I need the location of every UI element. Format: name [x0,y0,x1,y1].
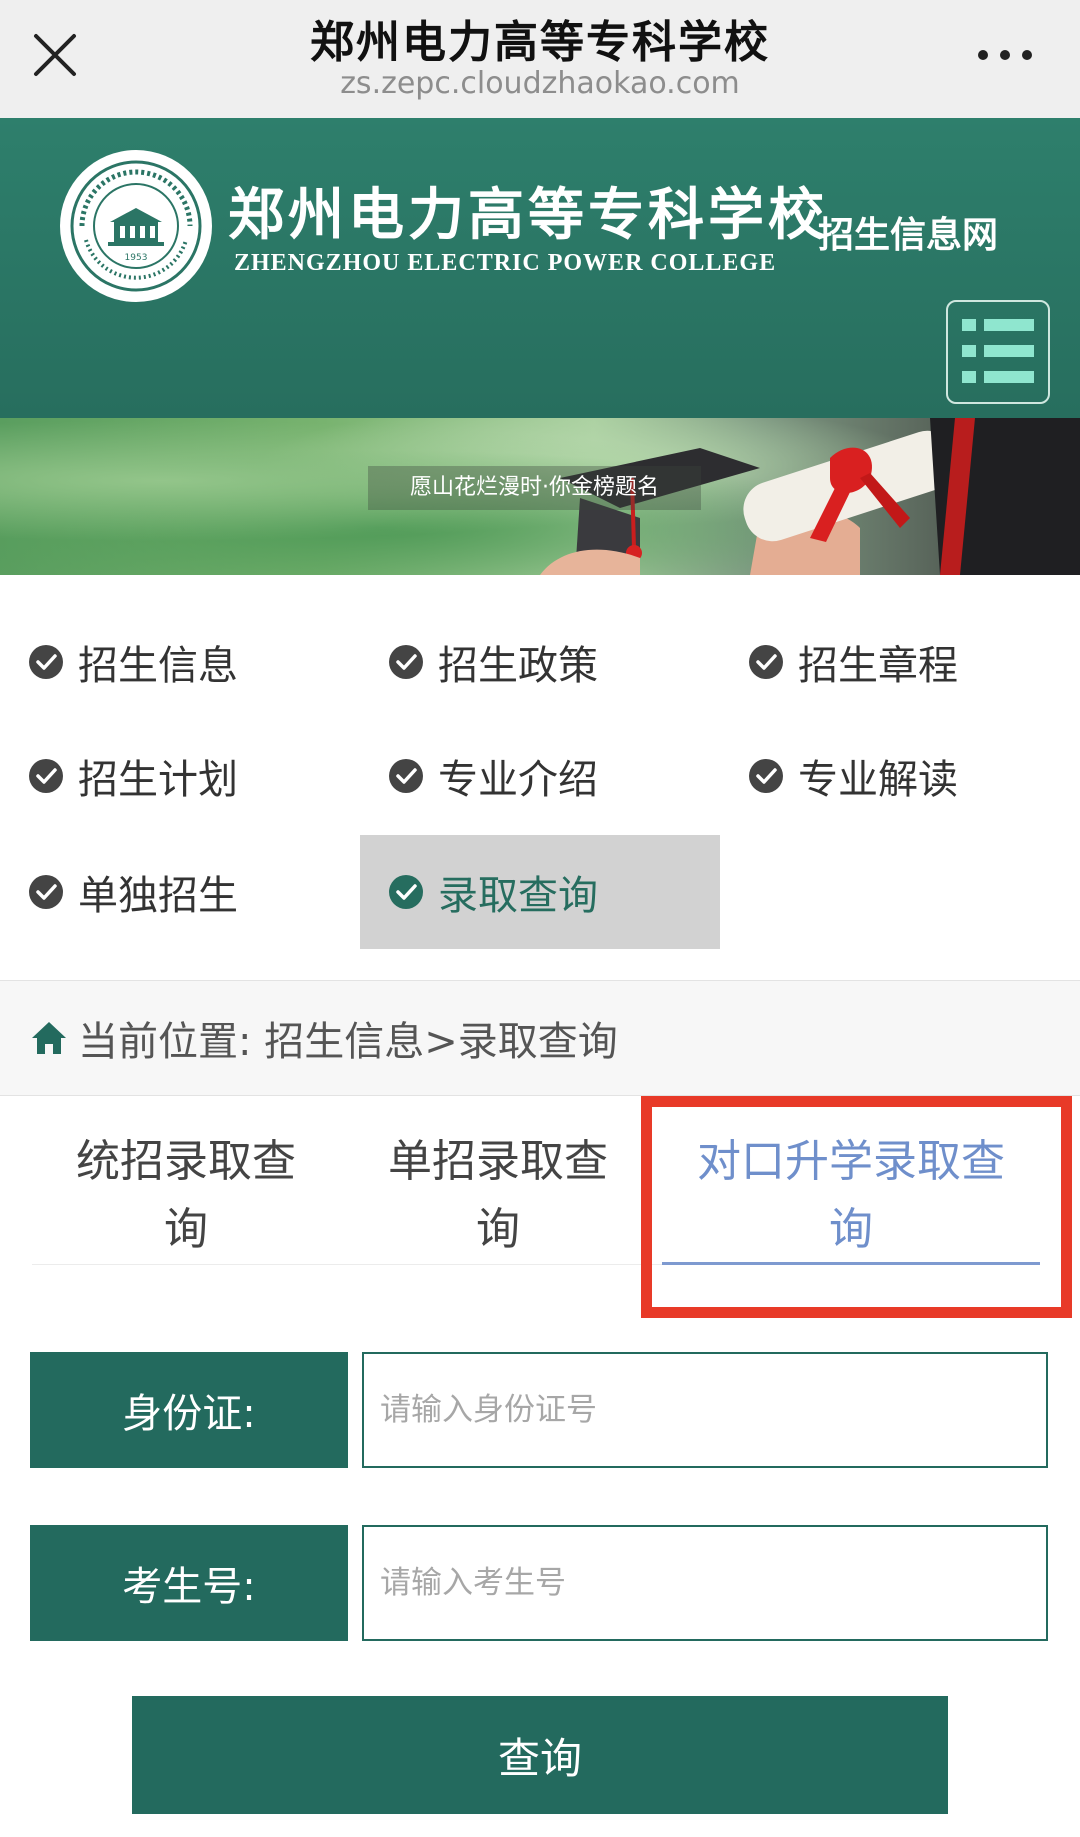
school-name-calligraphy: 郑州电力高等专科学校 [228,182,828,248]
nav-item-label: 招生章程 [798,643,958,689]
close-icon[interactable] [30,30,80,80]
nav-item-admission-query[interactable]: 录取查询 [360,835,720,949]
site-name: 招生信息网 [818,215,999,256]
check-circle-icon [389,875,423,909]
id-card-label: 身份证: [30,1352,348,1468]
nav-item-independent-admission[interactable]: 单独招生 [0,835,360,949]
nav-item-admission-policy[interactable]: 招生政策 [360,605,720,719]
check-circle-icon [29,875,63,909]
page-url: zs.zepc.cloudzhaokao.com [340,66,740,101]
check-circle-icon [389,759,423,793]
query-button[interactable]: 查询 [132,1696,948,1814]
tab-label-line2: 询 [476,1204,520,1255]
check-circle-icon [29,645,63,679]
nav-item-label: 单独招生 [78,873,238,919]
school-logo-seal: 1953 [58,148,214,304]
nav-item-label: 招生计划 [78,757,238,803]
banner-image: 愿山花烂漫时·你金榜题名 [0,418,1080,575]
page-title: 郑州电力高等专科学校 [310,17,770,68]
school-name-english: ZHENGZHOU ELECTRIC POWER COLLEGE [234,250,777,276]
tab-label-line2: 询 [164,1204,208,1255]
id-card-input[interactable] [362,1352,1048,1468]
tab-label-line1: 统招录取查 [76,1136,296,1187]
tab-unified-admission-query[interactable]: 统招录取查 询 [56,1128,316,1264]
home-icon[interactable] [30,1019,68,1057]
nav-item-admission-info[interactable]: 招生信息 [0,605,360,719]
nav-item-major-intro[interactable]: 专业介绍 [360,719,720,833]
nav-item-label: 专业介绍 [438,757,598,803]
nav-item-admission-plan[interactable]: 招生计划 [0,719,360,833]
nav-item-label: 招生信息 [78,643,238,689]
seal-year: 1953 [125,253,148,263]
more-options-icon[interactable] [975,40,1035,70]
browser-top-bar: 郑州电力高等专科学校 zs.zepc.cloudzhaokao.com [0,0,1080,118]
nav-item-label: 专业解读 [798,757,958,803]
breadcrumb: 当前位置: 招生信息>录取查询 [0,980,1080,1096]
check-circle-icon [389,645,423,679]
check-circle-icon [29,759,63,793]
check-circle-icon [749,759,783,793]
nav-item-admission-charter[interactable]: 招生章程 [720,605,1080,719]
red-highlight-box [641,1096,1072,1318]
tab-single-admission-query[interactable]: 单招录取查 询 [368,1128,628,1264]
banner-slogan: 愿山花烂漫时·你金榜题名 [368,466,701,510]
menu-list-icon[interactable] [946,300,1050,404]
check-circle-icon [749,645,783,679]
nav-item-label: 招生政策 [438,643,598,689]
tab-label-line1: 单招录取查 [388,1136,608,1187]
exam-number-label: 考生号: [30,1525,348,1641]
nav-item-label: 录取查询 [438,873,598,919]
exam-number-input[interactable] [362,1525,1048,1641]
breadcrumb-text: 当前位置: 招生信息>录取查询 [78,1019,618,1065]
site-header: 1953 郑州电力高等专科学校 ZHENGZHOU ELECTRIC POWER… [0,118,1080,418]
nav-item-major-interpretation[interactable]: 专业解读 [720,719,1080,833]
